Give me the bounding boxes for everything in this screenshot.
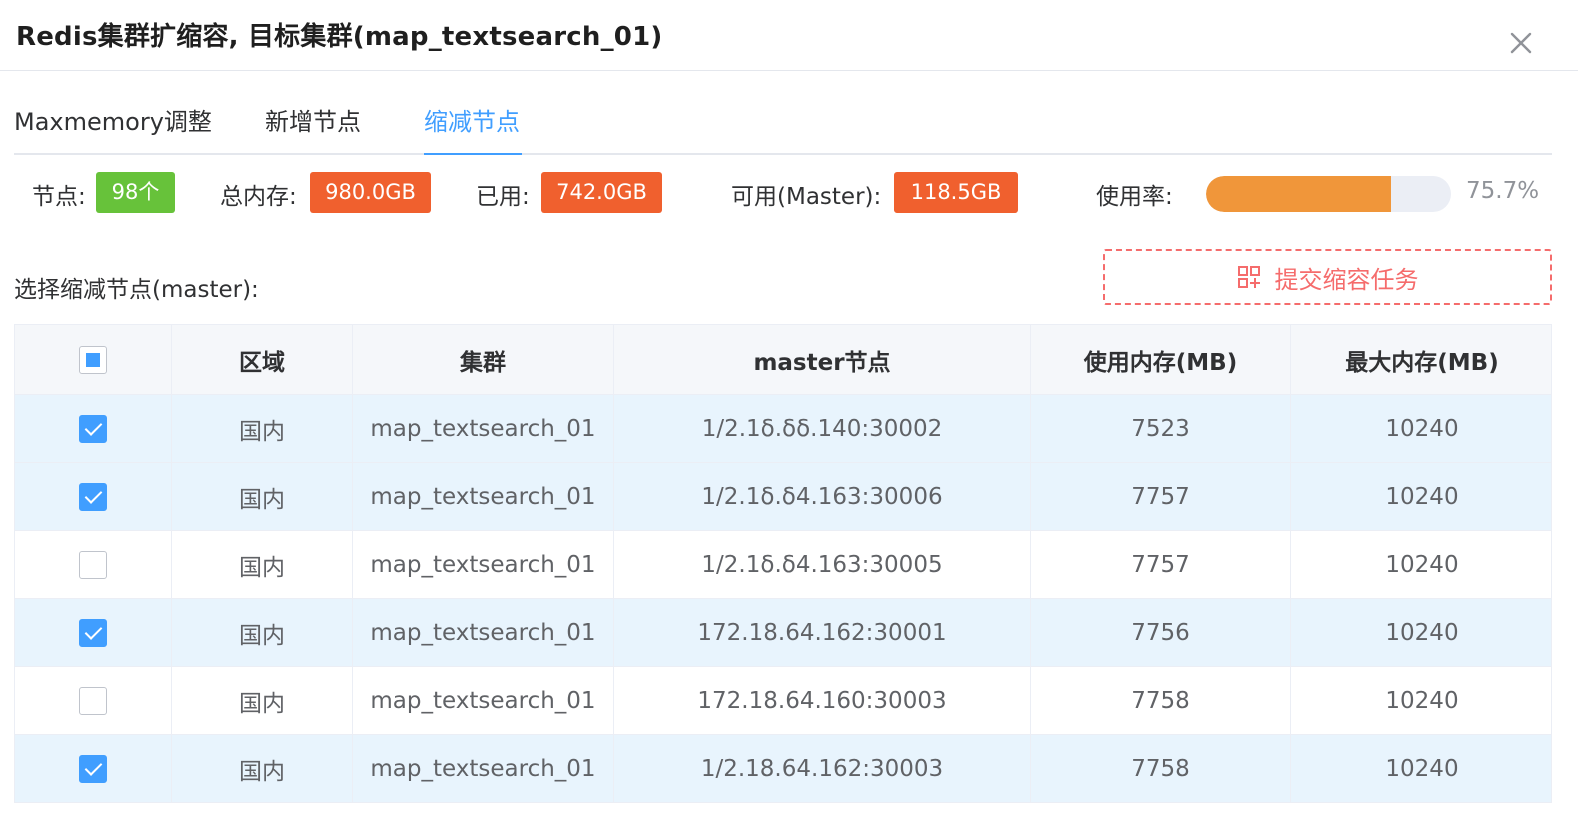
header-checkbox-cell [15, 325, 172, 394]
table-row[interactable]: 国内 map_textsearch_01 1/2.1δ.δδ.140:30002 75… [15, 395, 1551, 463]
usage-percent-text: 75.7% [1466, 178, 1540, 204]
row-checkbox[interactable] [79, 618, 107, 647]
table-row[interactable]: 国内 map_textsearch_01 1/2.1δ.δ4.163:30006 77… [15, 463, 1551, 531]
row-checkbox-cell [15, 395, 172, 462]
tab-bar: Maxmemory调整 新增节点 缩减节点 [14, 96, 1552, 155]
nodes-table: 区域 集群 master节点 使用内存(MB) 最大内存(MB) 国内 map_t… [14, 324, 1552, 803]
cluster-cell: map_textsearch_01 [353, 463, 614, 530]
cluster-cell: map_textsearch_01 [353, 667, 614, 734]
cluster-cell: map_textsearch_01 [353, 531, 614, 598]
row-checkbox[interactable] [79, 482, 107, 511]
table-row[interactable]: 国内 map_textsearch_01 172.18.64.160:30003 77… [15, 667, 1551, 735]
region-cell: 国内 [172, 599, 353, 666]
submit-shrink-task-button[interactable]: 提交缩容任务 [1103, 249, 1552, 305]
region-cell: 国内 [172, 531, 353, 598]
available-memory-label: 可用(Master): [731, 184, 882, 210]
table-header-row: 区域 集群 master节点 使用内存(MB) 最大内存(MB) [15, 325, 1551, 395]
total-memory-badge: 980.0GB [310, 172, 431, 213]
max-memory-cell: 10240 [1385, 551, 1459, 578]
cluster-cell: map_textsearch_01 [353, 395, 614, 462]
tab-reduce-node[interactable]: 缩减节点 [424, 102, 520, 155]
select-nodes-label: 选择缩减节点(master): [14, 277, 259, 303]
master-node-cell: 1/2.1δ.δ4.163:30005 [614, 531, 1031, 598]
region-cell: 国内 [172, 735, 353, 802]
table-body: 国内 map_textsearch_01 1/2.1δ.δδ.140:30002 75… [15, 395, 1551, 803]
column-header-cluster: 集群 [353, 325, 614, 394]
table-row[interactable]: 国内 map_textsearch_01 1/2.1δ.δ4.163:30005 77… [15, 531, 1551, 599]
row-checkbox[interactable] [79, 550, 107, 579]
column-header-max-memory: 最大内存(MB) [1345, 349, 1499, 376]
row-checkbox[interactable] [79, 754, 107, 783]
cluster-cell: map_textsearch_01 [353, 735, 614, 802]
used-memory-cell: 7757 [1031, 531, 1291, 598]
nodes-label: 节点: [32, 184, 86, 210]
used-memory-cell: 7523 [1031, 395, 1291, 462]
usage-progress-bar [1206, 176, 1451, 212]
row-checkbox-cell [15, 667, 172, 734]
used-memory-badge: 742.0GB [541, 172, 662, 213]
total-memory-label: 总内存: [220, 184, 297, 210]
nodes-badge: 98个 [96, 172, 175, 213]
region-cell: 国内 [172, 463, 353, 530]
row-checkbox-cell [15, 735, 172, 802]
grid-plus-icon [1237, 266, 1260, 288]
column-header-region: 区域 [172, 325, 353, 394]
cluster-stats: 节点: 98个 总内存: 980.0GB 已用: 742.0GB 可用(Mast… [0, 172, 1578, 214]
dialog-header: Redis集群扩缩容, 目标集群(map_textsearch_01) [0, 0, 1578, 71]
usage-progress-fill [1206, 176, 1392, 212]
used-memory-cell: 7756 [1031, 599, 1291, 666]
region-cell: 国内 [172, 395, 353, 462]
table-row[interactable]: 国内 map_textsearch_01 1/2.18.64.162:30003 77… [15, 735, 1551, 803]
column-header-used-memory: 使用内存(MB) [1031, 325, 1291, 394]
used-memory-cell: 7758 [1031, 735, 1291, 802]
select-all-checkbox[interactable] [79, 345, 107, 374]
table-row[interactable]: 国内 map_textsearch_01 172.18.64.162:30001 77… [15, 599, 1551, 667]
tab-maxmemory[interactable]: Maxmemory调整 [14, 102, 212, 155]
row-checkbox-cell [15, 599, 172, 666]
max-memory-cell: 10240 [1385, 483, 1459, 510]
active-tab-indicator [424, 153, 522, 155]
master-node-cell: 1/2.18.64.162:30003 [614, 735, 1031, 802]
max-memory-cell: 10240 [1385, 619, 1459, 646]
usage-label: 使用率: [1096, 184, 1173, 210]
max-memory-cell: 10240 [1385, 415, 1459, 442]
tab-add-node[interactable]: 新增节点 [265, 102, 361, 155]
row-checkbox[interactable] [79, 686, 107, 715]
submit-button-label: 提交缩容任务 [1274, 265, 1419, 294]
master-node-cell: 172.18.64.162:30001 [614, 599, 1031, 666]
region-cell: 国内 [172, 667, 353, 734]
master-node-cell: 1/2.1δ.δδ.140:30002 [614, 395, 1031, 462]
column-header-master-node: master节点 [614, 325, 1031, 394]
row-checkbox-cell [15, 463, 172, 530]
dialog-title: Redis集群扩缩容, 目标集群(map_textsearch_01) [16, 22, 663, 52]
max-memory-cell: 10240 [1385, 755, 1459, 782]
row-checkbox[interactable] [79, 414, 107, 443]
cluster-cell: map_textsearch_01 [353, 599, 614, 666]
max-memory-cell: 10240 [1385, 687, 1459, 714]
available-memory-badge: 118.5GB [894, 172, 1018, 213]
used-memory-cell: 7757 [1031, 463, 1291, 530]
used-memory-cell: 7758 [1031, 667, 1291, 734]
used-memory-label: 已用: [476, 184, 530, 210]
master-node-cell: 1/2.1δ.δ4.163:30006 [614, 463, 1031, 530]
master-node-cell: 172.18.64.160:30003 [614, 667, 1031, 734]
close-icon[interactable] [1504, 26, 1538, 60]
row-checkbox-cell [15, 531, 172, 598]
